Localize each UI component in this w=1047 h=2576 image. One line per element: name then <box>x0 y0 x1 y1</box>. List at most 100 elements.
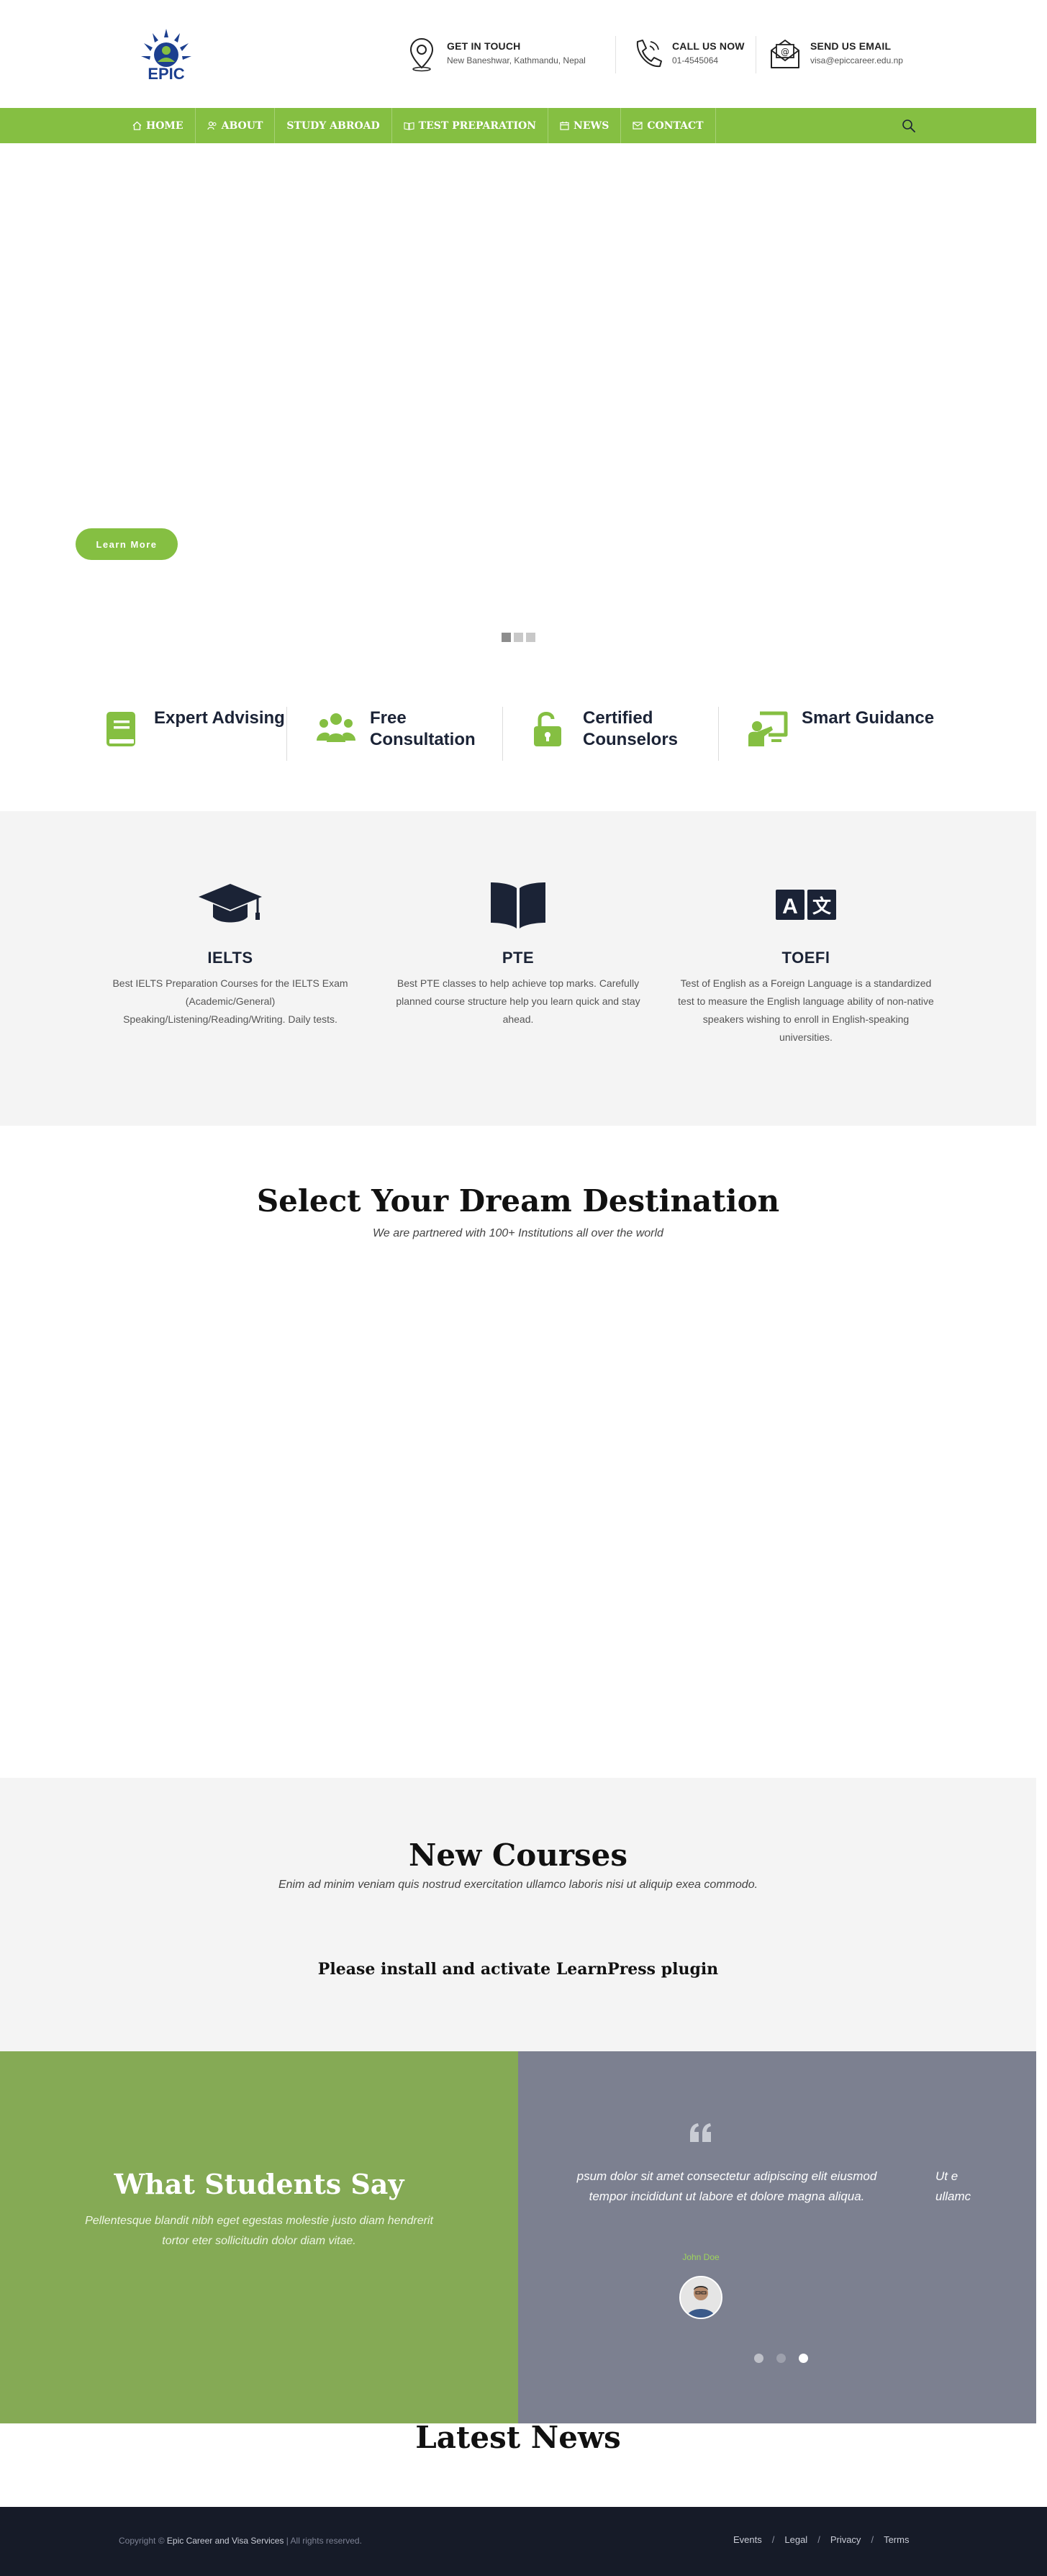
contact-email[interactable]: visa@epiccareer.edu.np <box>810 55 903 65</box>
slider-dot-3[interactable] <box>526 633 535 642</box>
phone-icon <box>636 40 662 68</box>
home-icon <box>132 121 142 130</box>
divider <box>286 707 287 761</box>
nav-item-test-preparation[interactable]: TEST PREPARATION <box>392 108 549 143</box>
nav-label: STUDY ABROAD <box>286 119 380 132</box>
graduation-cap-icon <box>199 884 262 923</box>
contact-title: SEND US EMAIL <box>810 40 892 52</box>
course-card-toefl[interactable]: A 文 TOEFl Test of English as a Foreign L… <box>676 880 935 1047</box>
course-card-pte[interactable]: PTE Best PTE classes to help achieve top… <box>389 880 648 1029</box>
course-description: Best IELTS Preparation Courses for the I… <box>112 977 348 1025</box>
footer-links: Events / Legal / Privacy / Terms <box>723 2534 919 2545</box>
search-icon[interactable] <box>901 118 917 134</box>
footer-link-legal[interactable]: Legal <box>774 2534 817 2545</box>
feature-title: Free Consultation <box>370 708 476 749</box>
contact-title: GET IN TOUCH <box>447 40 521 52</box>
site-footer: Copyright © Epic Career and Visa Service… <box>0 2507 1047 2576</box>
nav-label: TEST PREPARATION <box>418 119 537 132</box>
contact-phone[interactable]: 01-4545064 <box>672 55 745 65</box>
open-book-icon <box>491 882 545 928</box>
people-icon <box>317 713 355 742</box>
svg-text:A: A <box>782 895 798 918</box>
latest-news-title: Latest News <box>415 2420 621 2455</box>
book-icon <box>404 122 414 130</box>
presentation-icon <box>748 711 788 746</box>
plugin-notice: Please install and activate LearnPress p… <box>317 1960 719 1979</box>
course-title: PTE <box>502 949 535 967</box>
next-testimonial-peek: Ut e ullamc <box>935 2169 971 2203</box>
envelope-icon <box>633 122 643 130</box>
nav-label: ABOUT <box>221 119 263 132</box>
users-icon <box>207 121 217 130</box>
nav-item-study-abroad[interactable]: STUDY ABROAD <box>275 108 392 143</box>
copyright-brand[interactable]: Epic Career and Visa Services <box>167 2536 284 2546</box>
svg-text:文: 文 <box>812 895 832 918</box>
slider-dot-2[interactable] <box>514 633 523 642</box>
calendar-icon <box>560 122 569 130</box>
course-title: IELTS <box>207 949 253 967</box>
epic-logo[interactable]: EPIC <box>137 26 196 83</box>
contact-call-us: CALL US NOW 01-4545064 <box>630 36 745 72</box>
hero-slider: Learn More <box>0 143 1036 676</box>
testimonial-slider <box>518 2051 1036 2423</box>
site-header: EPIC GET IN TOUCH New Baneshwar, Kathman… <box>0 0 1047 108</box>
testimonials-title: What Students Say <box>114 2168 404 2200</box>
course-description: Test of English as a Foreign Language is… <box>678 977 934 1043</box>
nav-item-about[interactable]: ABOUT <box>196 108 276 143</box>
book-icon <box>106 712 135 746</box>
new-courses-section <box>0 1778 1036 2051</box>
divider <box>502 707 503 761</box>
feature-certified-counselors: Certified Counselors <box>528 708 720 751</box>
feature-expert-advising: Expert Advising <box>99 708 291 749</box>
svg-text:EPIC: EPIC <box>148 65 184 83</box>
copyright-text: Copyright © Epic Career and Visa Service… <box>119 2536 362 2546</box>
testimonials-subtitle: Pellentesque blandit nibh eget egestas m… <box>85 2215 433 2247</box>
destination-subtitle: We are partnered with 100+ Institutions … <box>373 1227 663 1239</box>
testimonial-pagination <box>754 2354 808 2363</box>
destination-title: Select Your Dream Destination <box>256 1183 780 1219</box>
main-navigation: HOME ABOUT STUDY ABROAD TEST PREPARATION… <box>0 108 1036 143</box>
nav-item-home[interactable]: HOME <box>121 108 196 143</box>
footer-link-privacy[interactable]: Privacy <box>820 2534 871 2545</box>
unlock-icon <box>534 712 561 746</box>
copyright-prefix: Copyright © <box>119 2536 165 2546</box>
feature-title: Smart Guidance <box>802 708 935 728</box>
contact-get-in-touch: GET IN TOUCH New Baneshwar, Kathmandu, N… <box>405 36 586 72</box>
map-pin-icon <box>409 37 434 72</box>
testimonial-dot-1[interactable] <box>754 2354 763 2363</box>
new-courses-title: New Courses <box>408 1838 627 1873</box>
svg-text:@: @ <box>781 47 789 57</box>
nav-item-news[interactable]: NEWS <box>548 108 622 143</box>
divider <box>615 36 616 73</box>
slider-dot-1[interactable] <box>502 633 511 642</box>
footer-link-terms[interactable]: Terms <box>874 2534 919 2545</box>
avatar <box>679 2276 722 2319</box>
testimonial-quote: psum dolor sit amet consectetur adipisci… <box>576 2169 877 2203</box>
testimonial-dot-2[interactable] <box>776 2354 786 2363</box>
nav-label: CONTACT <box>647 119 704 132</box>
testimonial-author: John Doe <box>682 2252 720 2262</box>
contact-address: New Baneshwar, Kathmandu, Nepal <box>447 55 586 65</box>
translate-icon: A 文 <box>776 890 836 920</box>
contact-send-email: @ SEND US EMAIL visa@epiccareer.edu.np <box>769 36 903 72</box>
divider <box>718 707 719 761</box>
course-card-ielts[interactable]: IELTS Best IELTS Preparation Courses for… <box>101 880 360 1029</box>
slider-pagination <box>502 633 535 642</box>
contact-title: CALL US NOW <box>672 40 745 52</box>
course-description: Best PTE classes to help achieve top mar… <box>396 977 640 1025</box>
feature-title: Expert Advising <box>154 708 285 728</box>
feature-free-consultation: Free Consultation <box>315 708 507 751</box>
new-courses-subtitle: Enim ad minim veniam quis nostrud exerci… <box>278 1879 758 1891</box>
feature-title: Certified Counselors <box>583 708 679 749</box>
testimonial-dot-3[interactable] <box>799 2354 808 2363</box>
nav-label: NEWS <box>574 119 609 132</box>
learn-more-button[interactable]: Learn More <box>76 528 178 560</box>
copyright-suffix: | All rights reserved. <box>286 2536 362 2546</box>
nav-label: HOME <box>146 119 183 132</box>
quote-icon <box>690 2123 711 2142</box>
course-title: TOEFl <box>781 949 830 967</box>
nav-item-contact[interactable]: CONTACT <box>621 108 716 143</box>
envelope-icon: @ <box>771 40 799 68</box>
feature-smart-guidance: Smart Guidance <box>747 708 938 749</box>
footer-link-events[interactable]: Events <box>723 2534 772 2545</box>
